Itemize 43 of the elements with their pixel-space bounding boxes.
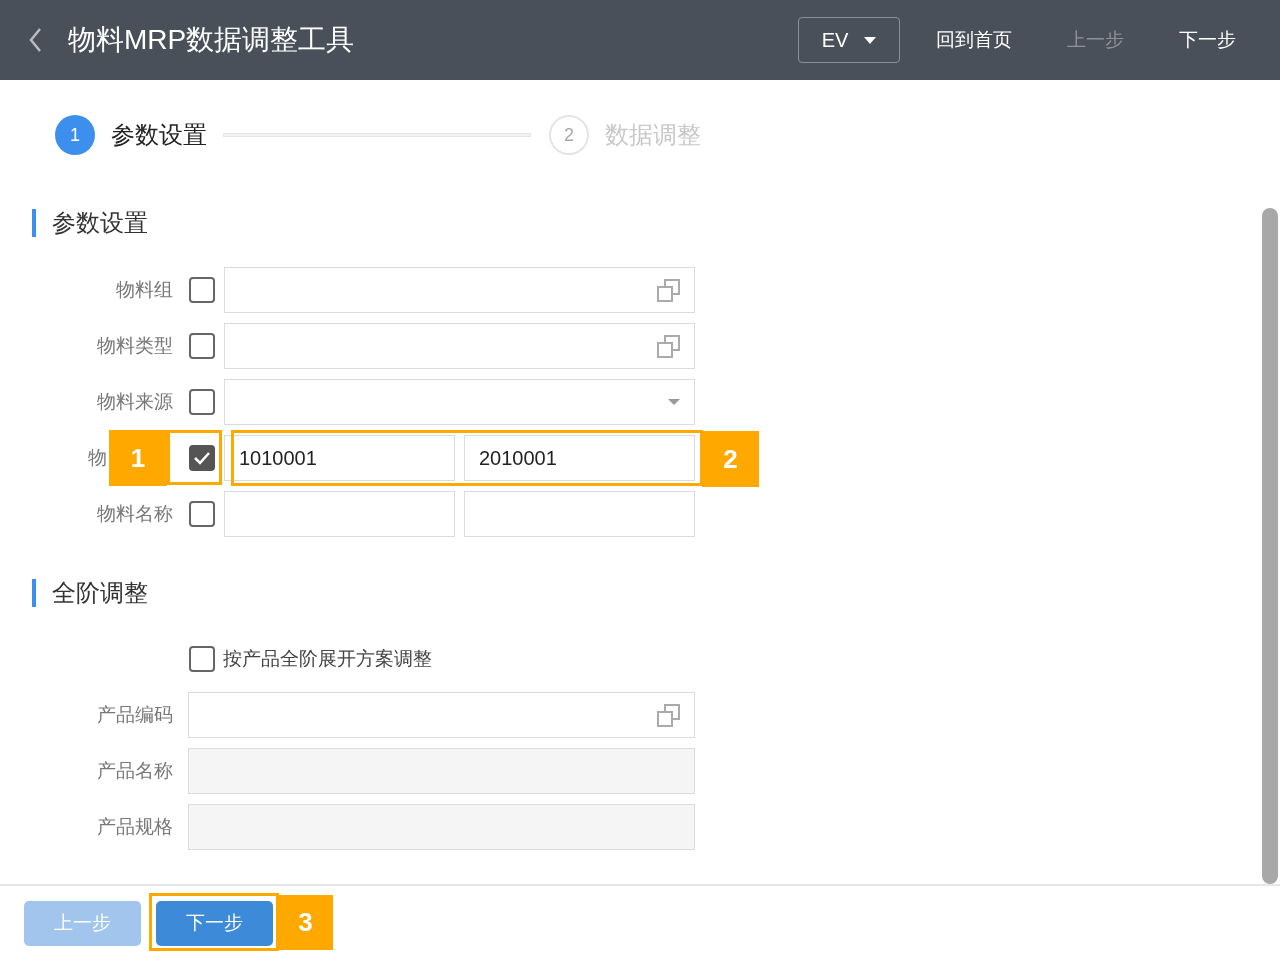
field-label: 物料组 bbox=[115, 277, 173, 302]
input-field[interactable]: 2010001 bbox=[464, 435, 695, 481]
select-field[interactable] bbox=[224, 379, 695, 425]
input-field[interactable]: 1010001 bbox=[224, 435, 455, 481]
app-title: 物料MRP数据调整工具 bbox=[68, 23, 355, 57]
input-field[interactable] bbox=[464, 491, 695, 537]
callout-number: 1 bbox=[109, 430, 167, 486]
version-dropdown[interactable]: EV bbox=[798, 17, 900, 63]
field-label: 物料来源 bbox=[96, 389, 173, 414]
field-label: 产品编码 bbox=[96, 702, 173, 727]
field-label: 物料类型 bbox=[96, 333, 173, 358]
copy-icon[interactable] bbox=[657, 703, 680, 727]
checkbox[interactable] bbox=[189, 389, 215, 415]
caret-icon bbox=[864, 36, 877, 44]
scrollbar[interactable] bbox=[1262, 208, 1278, 884]
header-link[interactable]: 下一步 bbox=[1179, 25, 1236, 55]
field-label: 物料名称 bbox=[96, 501, 173, 526]
input-field[interactable] bbox=[224, 323, 695, 369]
callout-outline bbox=[167, 430, 222, 485]
field-label: 产品规格 bbox=[96, 814, 173, 839]
back-icon[interactable] bbox=[28, 27, 44, 53]
callout-number: 3 bbox=[278, 895, 333, 950]
checkbox[interactable] bbox=[189, 501, 215, 527]
checkbox[interactable] bbox=[189, 646, 215, 672]
input-field[interactable] bbox=[224, 267, 695, 313]
step-number: 1 bbox=[55, 115, 95, 155]
check-icon bbox=[193, 450, 211, 466]
caret-icon bbox=[668, 399, 680, 405]
input-field[interactable] bbox=[224, 491, 455, 537]
input-field[interactable] bbox=[188, 692, 695, 738]
option-label: 按产品全阶展开方案调整 bbox=[223, 646, 432, 671]
step-button[interactable]: 下一步 bbox=[156, 901, 273, 946]
copy-icon[interactable] bbox=[657, 278, 680, 302]
step-label: 参数设置 bbox=[111, 120, 207, 150]
checkbox[interactable] bbox=[189, 333, 215, 359]
field-label: 产品名称 bbox=[96, 758, 173, 783]
field-label: 物 bbox=[88, 445, 107, 470]
header-link[interactable]: 回到首页 bbox=[936, 25, 1012, 55]
checkbox[interactable] bbox=[189, 277, 215, 303]
step-number: 2 bbox=[549, 115, 589, 155]
checkbox[interactable] bbox=[189, 445, 215, 471]
copy-icon[interactable] bbox=[657, 334, 680, 358]
callout-number: 2 bbox=[702, 431, 759, 487]
